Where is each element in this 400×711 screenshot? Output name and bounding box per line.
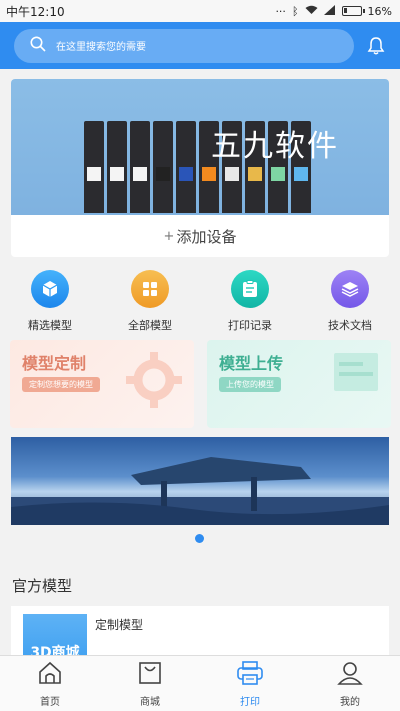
tab-store[interactable]: 商城 xyxy=(100,656,200,711)
document-icon xyxy=(333,352,379,396)
category-grid: 精选模型 全部模型 打印记录 技术文档 xyxy=(0,266,400,334)
search-input[interactable]: 在这里搜索您的需要 xyxy=(56,38,146,53)
category-print-records[interactable]: 打印记录 xyxy=(200,266,300,334)
promo-title: 模型定制 xyxy=(22,354,87,373)
cell-signal-icon xyxy=(323,4,336,18)
category-featured-models[interactable]: 精选模型 xyxy=(0,266,100,334)
signal-icon: ··· xyxy=(275,4,286,18)
tab-print[interactable]: 打印 xyxy=(200,656,300,711)
user-icon xyxy=(337,660,363,690)
search-icon xyxy=(30,36,46,56)
filament-spool xyxy=(107,121,127,213)
promo-subtitle: 定制您想要的模型 xyxy=(22,377,100,392)
device-banner-card: 五九软件 + 添加设备 xyxy=(11,79,389,257)
add-device-button[interactable]: + 添加设备 xyxy=(11,215,389,257)
category-label: 技术文档 xyxy=(328,319,372,332)
model-name: 定制模型 xyxy=(95,618,144,632)
filament-spool xyxy=(153,121,173,213)
promo-subtitle: 上传您的模型 xyxy=(219,377,281,392)
category-label: 精选模型 xyxy=(28,319,72,332)
plus-icon: + xyxy=(163,228,175,244)
bottom-tab-bar: 首页 商城 打印 我的 xyxy=(0,655,400,711)
home-icon xyxy=(37,660,63,690)
category-label: 打印记录 xyxy=(228,319,272,332)
filament-banner-image: 五九软件 xyxy=(11,79,389,215)
category-label: 全部模型 xyxy=(128,319,172,332)
wifi-icon xyxy=(305,5,318,18)
clipboard-icon xyxy=(231,270,269,308)
promo-custom-model-card[interactable]: 模型定制 定制您想要的模型 xyxy=(10,340,194,428)
promo-title: 模型上传 xyxy=(219,354,284,373)
notification-bell-icon[interactable] xyxy=(354,36,386,56)
status-icons: ··· ᛒ 16% xyxy=(275,4,392,18)
filament-spool xyxy=(84,121,104,213)
carousel-banner-image[interactable] xyxy=(11,437,389,525)
shopping-bag-icon xyxy=(137,660,163,690)
category-tech-docs[interactable]: 技术文档 xyxy=(300,266,400,334)
battery-icon xyxy=(341,6,365,16)
add-device-label: 添加设备 xyxy=(176,227,237,246)
carousel-indicator-dot[interactable] xyxy=(195,534,204,543)
app-header: 在这里搜索您的需要 xyxy=(0,22,400,69)
grid-icon xyxy=(131,270,169,308)
status-bar: 中午12:10 ··· ᛒ 16% xyxy=(0,0,400,22)
section-title-official-models: 官方模型 xyxy=(12,577,73,595)
search-bar[interactable]: 在这里搜索您的需要 xyxy=(14,28,354,63)
tab-label: 首页 xyxy=(40,697,60,708)
filament-spool xyxy=(130,121,150,213)
bluetooth-icon: ᛒ xyxy=(291,4,299,18)
printer-icon xyxy=(236,660,264,690)
battery-level: 16% xyxy=(367,4,392,18)
status-time: 中午12:10 xyxy=(6,4,65,19)
tab-label: 打印 xyxy=(240,697,260,708)
tab-home[interactable]: 首页 xyxy=(0,656,100,711)
tab-label: 商城 xyxy=(140,697,160,708)
cube-icon xyxy=(31,270,69,308)
filament-spool xyxy=(176,121,196,213)
gear-icon xyxy=(124,350,184,414)
tab-label: 我的 xyxy=(340,697,360,708)
tab-profile[interactable]: 我的 xyxy=(300,656,400,711)
category-all-models[interactable]: 全部模型 xyxy=(100,266,200,334)
promo-upload-model-card[interactable]: 模型上传 上传您的模型 xyxy=(207,340,391,428)
layers-icon xyxy=(331,270,369,308)
banner-title: 五九软件 xyxy=(211,129,339,164)
